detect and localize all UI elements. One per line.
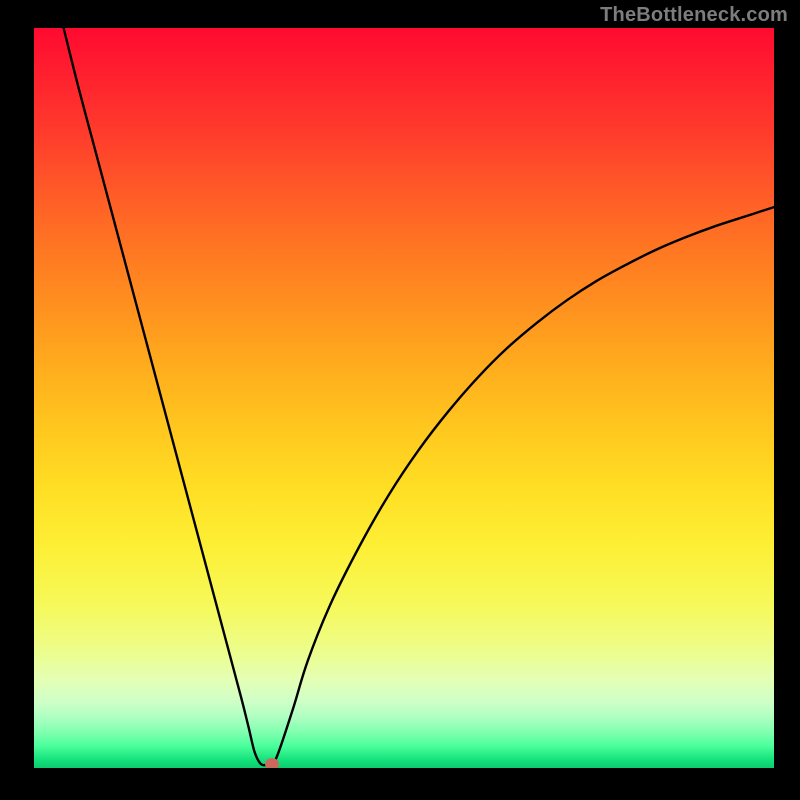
curve-svg xyxy=(34,28,774,768)
chart-frame: TheBottleneck.com xyxy=(0,0,800,800)
watermark-text: TheBottleneck.com xyxy=(600,4,788,27)
minimum-marker xyxy=(265,758,279,768)
bottleneck-curve xyxy=(64,28,774,765)
plot-area xyxy=(34,28,774,768)
